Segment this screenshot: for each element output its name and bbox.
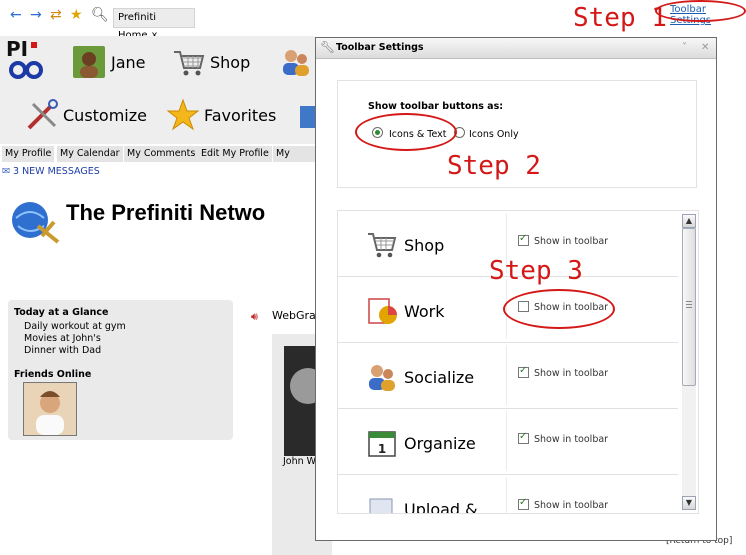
toolbar-favorites-label[interactable]: Favorites <box>204 106 276 126</box>
close-icon[interactable]: ✕ <box>701 42 709 53</box>
forward-arrow-icon[interactable]: → <box>30 8 46 22</box>
speaker-icon[interactable]: 🔊︎ <box>251 310 258 324</box>
item-name: Shop <box>404 236 445 255</box>
show-in-toolbar-checkbox[interactable] <box>518 497 529 510</box>
page-title: The Prefiniti Netwo <box>66 200 266 225</box>
upload-icon <box>369 498 393 513</box>
prefiniti-logo: PI <box>6 38 43 79</box>
new-messages-link[interactable]: ✉ 3 NEW MESSAGES <box>2 166 100 177</box>
item-name-cell: Socialize <box>342 345 507 405</box>
show-as-heading: Show toolbar buttons as: <box>368 101 504 112</box>
new-messages-text: 3 NEW MESSAGES <box>13 166 100 177</box>
toolbar-user-name[interactable]: Jane <box>111 53 146 73</box>
show-in-toolbar-checkbox[interactable] <box>518 431 529 444</box>
today-at-a-glance-panel: Today at a Glance Daily workout at gym M… <box>8 300 233 440</box>
scroll-thumb[interactable] <box>682 228 696 386</box>
shopping-cart-icon <box>368 233 397 258</box>
calendar-icon: 1 <box>368 431 396 457</box>
item-name: Work <box>404 302 445 321</box>
scroll-up-arrow-icon[interactable]: ▲ <box>682 214 696 228</box>
envelope-icon: ✉ <box>2 166 10 177</box>
show-in-toolbar-checkbox[interactable] <box>518 365 529 378</box>
list-item: Socialize Show in toolbar <box>338 343 678 409</box>
list-item: 1 Organize Show in toolbar <box>338 409 678 475</box>
glance-item: Daily workout at gym <box>24 321 126 332</box>
checkbox-label[interactable]: Show in toolbar <box>534 368 608 379</box>
item-name: Upload & <box>404 500 478 514</box>
step-2-annotation: Step 2 <box>447 151 541 181</box>
friend-photo[interactable] <box>284 346 316 456</box>
item-name: Socialize <box>404 368 475 387</box>
back-arrow-icon[interactable]: ← <box>10 8 26 22</box>
subnav-my-comments[interactable]: My Comments <box>124 146 199 162</box>
svg-text:1: 1 <box>378 442 386 456</box>
item-name-cell: Upload & <box>342 477 507 514</box>
dialog-title-bar[interactable]: 🔧︎ Toolbar Settings ˅ ✕ <box>316 38 716 59</box>
collapse-icon[interactable]: ˅ <box>682 42 687 53</box>
scroll-down-arrow-icon[interactable]: ▼ <box>682 496 696 510</box>
toolbar-customize-label[interactable]: Customize <box>63 106 147 126</box>
add-favorite-star-icon[interactable]: ★ <box>70 8 86 22</box>
list-scrollbar[interactable]: ▲ ▼ <box>682 214 696 510</box>
show-in-toolbar-checkbox[interactable] <box>518 233 529 246</box>
subnav-my-best[interactable]: My Best <box>273 146 315 162</box>
item-name-cell: Work <box>342 279 507 339</box>
checkbox-label[interactable]: Show in toolbar <box>534 500 608 511</box>
work-pie-chart-icon <box>368 298 397 324</box>
dialog-title: Toolbar Settings <box>336 42 424 53</box>
step-1-annotation: Step 1 <box>573 3 667 33</box>
subnav-my-calendar[interactable]: My Calendar <box>57 146 123 162</box>
scroll-grip-icon <box>686 301 692 309</box>
toolbar-settings-dialog: 🔧︎ Toolbar Settings ˅ ✕ Show toolbar but… <box>315 37 717 541</box>
tab-prefiniti-home[interactable]: Prefiniti Homex <box>113 8 195 41</box>
customize-tools-icon[interactable] <box>25 98 59 132</box>
step-1-highlight-ellipse <box>655 0 746 22</box>
search-magnifier-icon[interactable]: 🔍︎ <box>91 8 109 22</box>
favorites-star-icon[interactable] <box>166 98 200 132</box>
user-avatar-icon[interactable] <box>73 46 105 78</box>
friends-online-title: Friends Online <box>14 369 92 380</box>
glance-item: Dinner with Dad <box>24 345 102 356</box>
list-item: Upload & Show in toolbar <box>338 475 678 514</box>
item-name: Organize <box>404 434 476 453</box>
webgrab-label[interactable]: WebGra <box>272 309 316 322</box>
checkbox-label[interactable]: Show in toolbar <box>534 236 608 247</box>
friend-caption: John W <box>283 456 317 467</box>
people-icon <box>369 365 395 391</box>
step-3-highlight-ellipse <box>503 289 615 329</box>
toolbar-shop-label[interactable]: Shop <box>210 53 250 73</box>
shopping-cart-icon[interactable] <box>172 46 206 80</box>
step-3-annotation: Step 3 <box>489 256 583 286</box>
item-name-cell: Shop <box>342 213 507 273</box>
refresh-icon[interactable]: ⇄ <box>50 8 66 22</box>
radio-icons-only-label[interactable]: Icons Only <box>469 129 519 140</box>
glance-title: Today at a Glance <box>14 307 109 318</box>
subnav-edit-my-profile[interactable]: Edit My Profile <box>198 146 272 162</box>
item-name-cell: 1 Organize <box>342 411 507 471</box>
svg-text:PI: PI <box>6 38 28 61</box>
friend-avatar[interactable] <box>23 382 77 436</box>
network-globe-icon <box>12 202 60 244</box>
wrench-icon: 🔧︎ <box>320 40 336 54</box>
step-2-highlight-ellipse <box>355 113 457 151</box>
people-icon[interactable] <box>280 46 310 80</box>
glance-item: Movies at John's <box>24 333 101 344</box>
subnav-my-profile[interactable]: My Profile <box>2 146 55 162</box>
checkbox-label[interactable]: Show in toolbar <box>534 434 608 445</box>
partial-toolbar-icon[interactable] <box>298 103 315 131</box>
